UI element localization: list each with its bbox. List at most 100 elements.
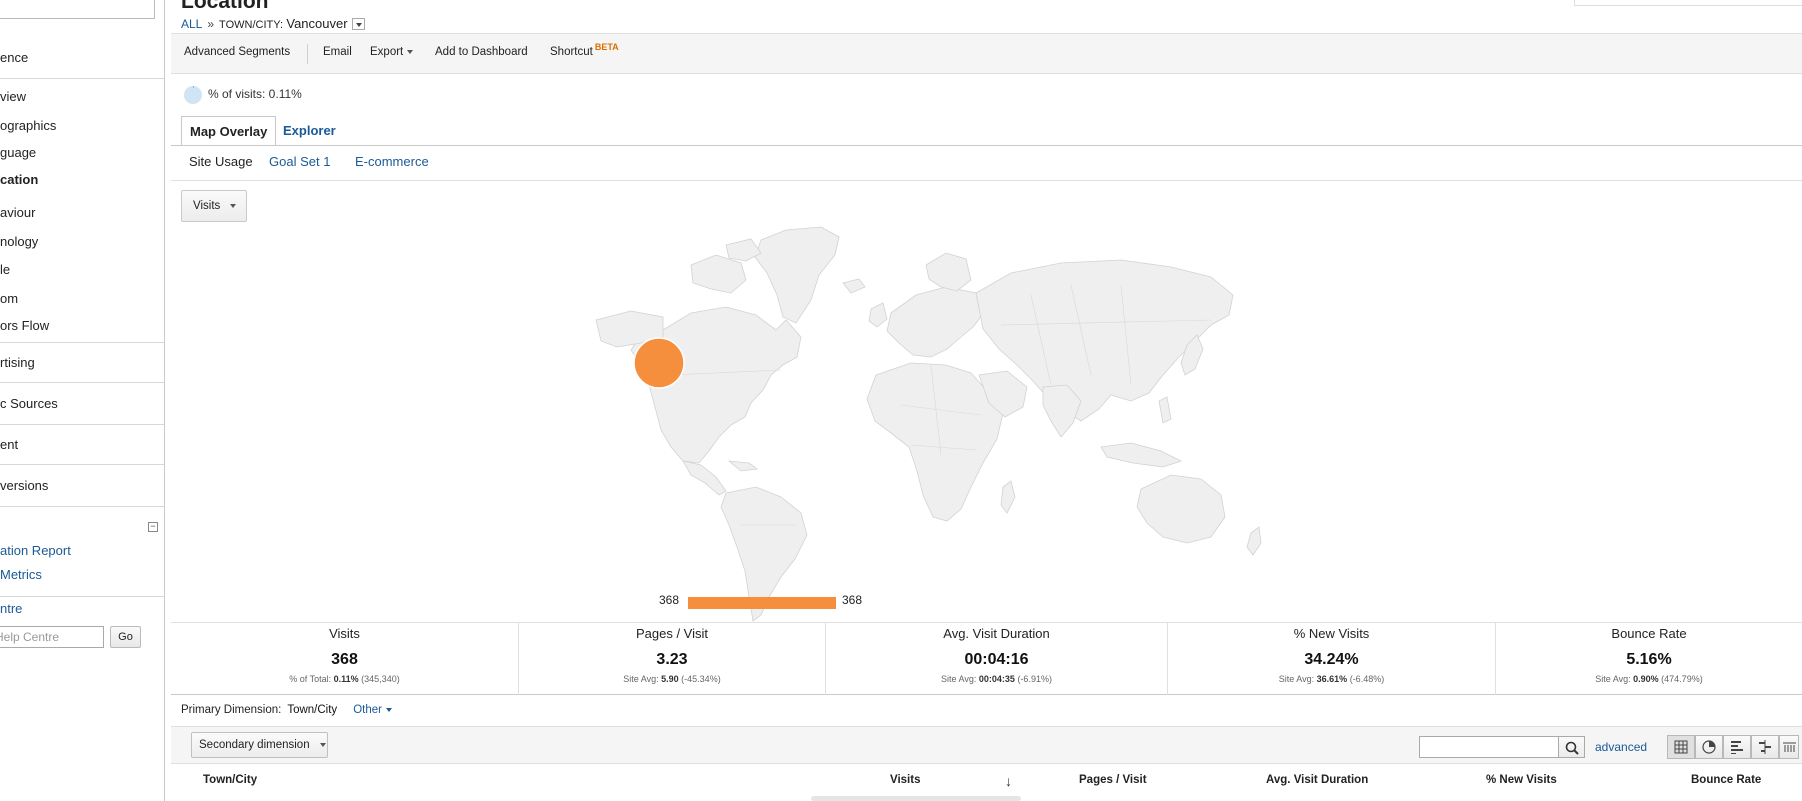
metric-comparison-prefix: Site Avg:: [1595, 674, 1634, 684]
metric-value: 34.24%: [1304, 651, 1359, 668]
performance-view-button[interactable]: [1723, 735, 1751, 759]
sidebar-item-location[interactable]: cation: [0, 172, 38, 187]
land-indonesia: [1100, 442, 1183, 468]
column-header-town-city[interactable]: Town/City: [203, 774, 257, 786]
land-new-zealand: [1246, 526, 1262, 556]
search-button[interactable]: [1558, 736, 1585, 758]
go-button[interactable]: Go: [110, 626, 141, 648]
sidebar-item-behaviour[interactable]: aviour: [0, 205, 35, 220]
chevron-down-icon: [407, 49, 414, 54]
column-header-pages-per-visit[interactable]: Pages / Visit: [1079, 774, 1147, 786]
sidebar-item-technology[interactable]: nology: [0, 234, 38, 249]
metric-name: Pages / Visit: [635, 626, 709, 641]
column-header-avg-visit-duration[interactable]: Avg. Visit Duration: [1266, 774, 1368, 786]
sidebar-divider: [0, 424, 164, 425]
metric-comparison-value: 0.11%: [333, 674, 359, 684]
table-header: Town/City Visits ↓ Pages / Visit Avg. Vi…: [171, 765, 1802, 801]
metric-comparison-suffix: (-45.34%): [678, 674, 721, 684]
breadcrumb: ALL » TOWN/CITY: Vancouver: [181, 16, 365, 31]
primary-dimension: Primary Dimension: Town/City Other: [181, 704, 392, 716]
horizontal-scrollbar[interactable]: [811, 796, 1021, 801]
subtabs-divider: [171, 180, 1802, 181]
subtab-site-usage[interactable]: Site Usage: [189, 154, 253, 169]
metric-comparison-value: 5.90: [661, 674, 679, 684]
breadcrumb-separator: »: [207, 17, 215, 31]
report-toolbar: Advanced Segments Email Export Add to Da…: [171, 33, 1802, 74]
column-header-bounce-rate[interactable]: Bounce Rate: [1691, 774, 1761, 786]
metric-visits[interactable]: Visits 368 % of Total: 0.11% (345,340): [171, 623, 519, 695]
sidebar-item-content[interactable]: ent: [0, 437, 18, 452]
advanced-filter-link[interactable]: advanced: [1595, 740, 1647, 754]
sidebar-item-overview[interactable]: view: [0, 89, 26, 104]
sidebar-link-help-centre[interactable]: ntre: [0, 601, 22, 616]
table-view-button[interactable]: [1667, 735, 1695, 759]
land-central-america: [682, 460, 727, 496]
metric-bounce-rate[interactable]: Bounce Rate 5.16% Site Avg: 0.90% (474.7…: [1496, 623, 1802, 695]
sidebar-item-custom[interactable]: om: [0, 291, 18, 306]
advanced-segments-button[interactable]: Advanced Segments: [184, 46, 290, 58]
metric-new-visits[interactable]: % New Visits 34.24% Site Avg: 36.61% (-6…: [1168, 623, 1496, 695]
chevron-down-icon: [230, 203, 237, 208]
metric-comparison: Site Avg: 00:04:35 (-6.91%): [826, 674, 1167, 684]
map-legend-bar: [688, 597, 836, 609]
metric-comparison-suffix: (474.79%): [1658, 674, 1703, 684]
sidebar-item-language[interactable]: guage: [0, 145, 36, 160]
metric-comparison-suffix: (345,340): [358, 674, 400, 684]
comparison-view-button[interactable]: [1751, 735, 1779, 759]
metric-value: 368: [331, 651, 358, 668]
sidebar-item-mobile[interactable]: le: [0, 262, 10, 277]
column-header-new-visits[interactable]: % New Visits: [1486, 774, 1557, 786]
sidebar-divider: [0, 342, 164, 343]
tab-explorer[interactable]: Explorer: [275, 116, 344, 146]
sidebar-item-visitors-flow[interactable]: ors Flow: [0, 318, 49, 333]
table-search-input[interactable]: [1419, 736, 1559, 758]
primary-dimension-other[interactable]: Other: [353, 704, 392, 716]
pivot-icon: [1783, 742, 1796, 752]
metric-comparison: Site Avg: 5.90 (-45.34%): [519, 674, 825, 684]
land-africa: [866, 362, 1004, 522]
sidebar-search-box[interactable]: [0, 0, 155, 19]
pie-view-button[interactable]: [1695, 735, 1723, 759]
bar-chart-icon: [1731, 741, 1743, 754]
breadcrumb-dimension-label: TOWN/CITY:: [219, 19, 284, 31]
chevron-down-icon[interactable]: [351, 17, 365, 30]
sidebar-item-conversions[interactable]: versions: [0, 478, 48, 493]
primary-dimension-current[interactable]: Town/City: [287, 704, 337, 716]
location-bubble-vancouver: [633, 337, 685, 389]
sidebar-item-demographics[interactable]: ographics: [0, 118, 56, 133]
email-button[interactable]: Email: [323, 46, 352, 58]
shortcut-button[interactable]: Shortcut BETA: [550, 42, 619, 58]
metric-pages-per-visit[interactable]: Pages / Visit 3.23 Site Avg: 5.90 (-45.3…: [519, 623, 826, 695]
subtab-goal-set-1[interactable]: Goal Set 1: [269, 154, 330, 169]
metric-selector-dropdown[interactable]: Visits: [181, 190, 247, 222]
metric-comparison-value: 00:04:35: [978, 674, 1015, 684]
land-madagascar: [1000, 480, 1016, 514]
toolbar-divider: [307, 44, 308, 64]
breadcrumb-all-link[interactable]: ALL: [181, 17, 202, 31]
sort-descending-icon[interactable]: ↓: [1005, 773, 1012, 789]
tab-map-overlay[interactable]: Map Overlay: [181, 116, 276, 146]
sidebar-item-traffic-sources[interactable]: c Sources: [0, 396, 58, 411]
sidebar-link-custom-report[interactable]: ation Report: [0, 543, 71, 558]
collapse-icon[interactable]: −: [148, 522, 158, 532]
secondary-dimension-label: Secondary dimension: [199, 739, 310, 751]
help-search-input[interactable]: Help Centre: [0, 626, 104, 648]
subtab-e-commerce[interactable]: E-commerce: [355, 154, 429, 169]
metric-comparison-prefix: % of Total:: [289, 674, 334, 684]
add-to-dashboard-button[interactable]: Add to Dashboard: [435, 46, 528, 58]
sidebar-divider: [0, 506, 164, 507]
export-button[interactable]: Export: [370, 46, 414, 58]
metric-name: % New Visits: [1293, 626, 1370, 641]
land-scandinavia: [925, 252, 972, 292]
pivot-view-button[interactable]: [1779, 735, 1799, 759]
main-content: Location ALL » TOWN/CITY: Vancouver Advanc…: [171, 0, 1802, 801]
column-header-visits[interactable]: Visits: [890, 774, 920, 786]
metric-comparison: Site Avg: 0.90% (474.79%): [1496, 674, 1802, 684]
sidebar-item-advertising[interactable]: rtising: [0, 355, 35, 370]
breadcrumb-dimension-value: Vancouver: [286, 16, 348, 31]
sidebar-item-audience[interactable]: ence: [0, 50, 28, 65]
sidebar-link-metrics[interactable]: Metrics: [0, 567, 42, 582]
metric-avg-visit-duration[interactable]: Avg. Visit Duration 00:04:16 Site Avg: 0…: [826, 623, 1168, 695]
metric-value: 3.23: [656, 651, 688, 668]
secondary-dimension-dropdown[interactable]: Secondary dimension: [191, 732, 328, 758]
